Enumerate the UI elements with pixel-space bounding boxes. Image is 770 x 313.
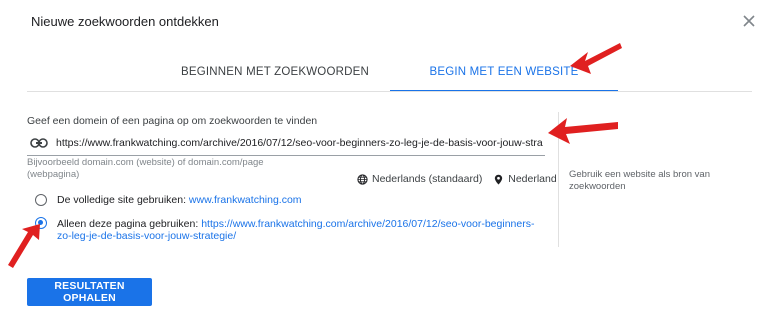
- tab-start-with-website[interactable]: BEGIN MET EEN WEBSITE: [390, 60, 618, 92]
- globe-icon: [357, 174, 368, 185]
- option-whole-site: De volledige site gebruiken: www.frankwa…: [57, 194, 302, 206]
- location-value[interactable]: Nederland: [508, 173, 556, 185]
- radio-whole-site[interactable]: [35, 194, 47, 206]
- tab-start-with-keywords[interactable]: BEGINNEN MET ZOEKWOORDEN: [175, 60, 375, 90]
- close-icon[interactable]: [741, 13, 757, 29]
- tab-bar: BEGINNEN MET ZOEKWOORDEN BEGIN MET EEN W…: [0, 60, 770, 92]
- radio-this-page-only[interactable]: [35, 217, 47, 229]
- url-input[interactable]: [56, 133, 544, 153]
- option-this-page: Alleen deze pagina gebruiken: https://ww…: [57, 218, 547, 242]
- arrow-icon-radio: [8, 224, 40, 268]
- option-this-page-label: Alleen deze pagina gebruiken:: [57, 218, 199, 230]
- language-value[interactable]: Nederlands (standaard): [372, 173, 482, 185]
- url-field: [27, 133, 545, 156]
- tabs-divider: [27, 91, 752, 92]
- get-results-button[interactable]: RESULTATEN OPHALEN: [27, 278, 152, 306]
- option-whole-site-label: De volledige site gebruiken:: [57, 194, 186, 206]
- dialog-title: Nieuwe zoekwoorden ontdekken: [31, 14, 219, 29]
- language-location-row: Nederlands (standaard) Nederland: [357, 173, 557, 185]
- option-whole-site-link[interactable]: www.frankwatching.com: [189, 194, 302, 206]
- vertical-divider: [558, 112, 559, 247]
- helper-text: Bijvoorbeeld domain.com (website) of dom…: [27, 157, 264, 180]
- location-pin-icon: [495, 174, 503, 185]
- side-help-text: Gebruik een website als bron van zoekwoo…: [569, 169, 710, 192]
- domain-field-label: Geef een domein of een pagina op om zoek…: [27, 115, 318, 127]
- link-icon: [30, 138, 48, 148]
